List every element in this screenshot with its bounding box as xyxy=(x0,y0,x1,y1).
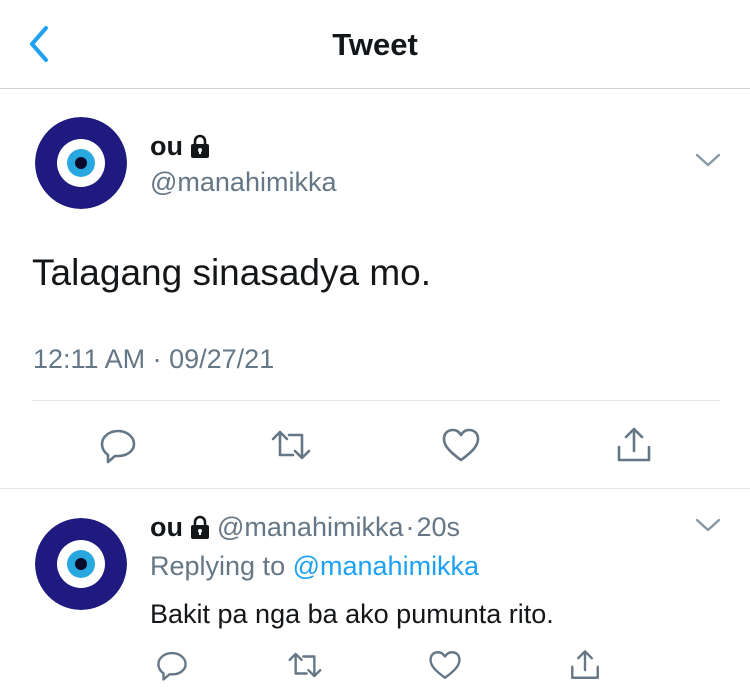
reply-meta-separator: · xyxy=(405,512,415,542)
top-bar: Tweet xyxy=(0,0,750,88)
tweet-divider xyxy=(32,400,720,401)
header-divider xyxy=(0,88,750,89)
user-handle[interactable]: @manahimikka xyxy=(150,166,336,198)
share-icon xyxy=(617,427,651,462)
tweet-timestamp: 12:11 AM · 09/27/21 xyxy=(33,343,274,375)
reply-header: ou @manahimikka · 20s xyxy=(150,511,460,543)
replying-to: Replying to @manahimikka xyxy=(150,550,479,582)
retweet-icon xyxy=(271,430,311,460)
retweet-button[interactable] xyxy=(268,422,314,468)
reply-reply-button[interactable] xyxy=(152,645,192,685)
share-button[interactable] xyxy=(611,422,657,468)
lock-icon xyxy=(191,134,209,158)
reply-options-button[interactable] xyxy=(694,515,722,535)
avatar[interactable] xyxy=(35,117,127,209)
reply-like-button[interactable] xyxy=(425,645,465,685)
tweet-text: Talagang sinasadya mo. xyxy=(32,252,432,293)
reply-avatar[interactable] xyxy=(35,518,127,610)
page-title: Tweet xyxy=(332,27,418,62)
meta-separator: · xyxy=(152,344,162,374)
replying-to-label: Replying to xyxy=(150,551,286,581)
like-icon xyxy=(429,651,461,679)
lock-icon xyxy=(191,515,209,539)
reply-tweet-text: Bakit pa nga ba ako pumunta rito. xyxy=(150,599,554,629)
like-icon xyxy=(442,428,480,462)
tweet-date: 09/27/21 xyxy=(169,344,275,374)
reply-button[interactable] xyxy=(95,422,141,468)
evil-eye-avatar-image xyxy=(35,117,127,209)
reply-display-name[interactable]: ou xyxy=(150,511,183,543)
evil-eye-avatar-image xyxy=(35,518,127,610)
section-divider xyxy=(0,488,750,489)
chevron-down-icon xyxy=(695,153,721,167)
reply-age: 20s xyxy=(416,512,461,542)
reply-retweet-button[interactable] xyxy=(285,645,325,685)
display-name-text: ou xyxy=(150,131,183,161)
replying-to-handle-link[interactable]: @manahimikka xyxy=(293,551,479,581)
tweet-options-button[interactable] xyxy=(694,150,722,170)
reply-icon xyxy=(100,429,136,464)
retweet-icon xyxy=(288,652,322,678)
display-name[interactable]: ou xyxy=(150,130,211,162)
chevron-down-icon xyxy=(695,518,721,532)
share-icon xyxy=(571,650,599,679)
reply-share-button[interactable] xyxy=(565,645,605,685)
reply-user-handle[interactable]: @manahimikka xyxy=(217,511,403,543)
reply-icon xyxy=(157,651,187,681)
like-button[interactable] xyxy=(438,422,484,468)
tweet-time: 12:11 AM xyxy=(33,344,146,374)
